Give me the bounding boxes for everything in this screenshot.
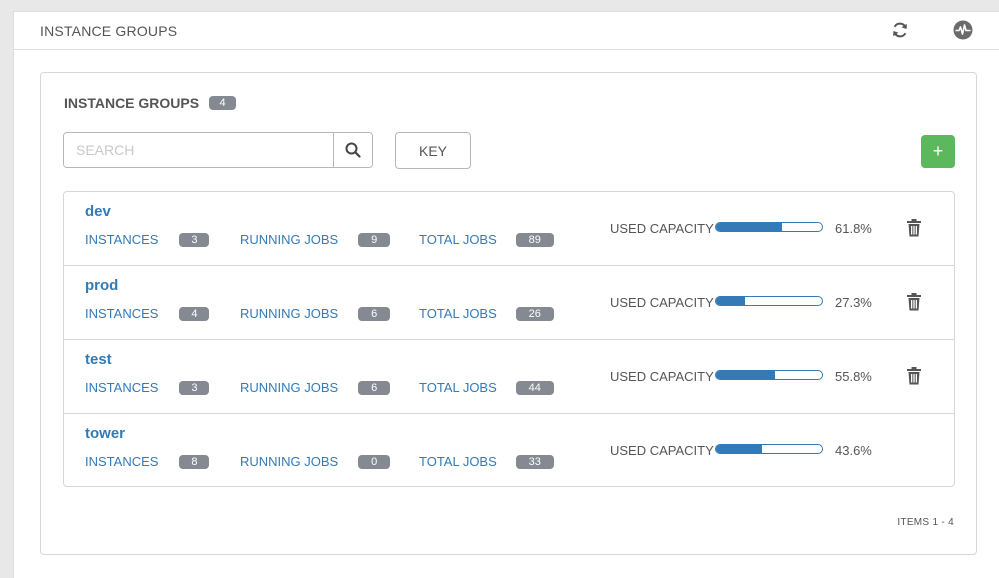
list-item: dev INSTANCES 3 RUNNING JOBS 9 TOTAL JOB… [64,192,954,266]
running-jobs-count-badge: 6 [358,380,391,395]
used-capacity-label: USED CAPACITY [610,369,714,384]
capacity-bar-fill [716,371,776,379]
trash-icon[interactable] [906,219,922,237]
running-jobs-count-badge: 0 [358,454,391,469]
running-jobs-link[interactable]: RUNNING JOBS [240,454,338,469]
list-item: tower INSTANCES 8 RUNNING JOBS 0 TOTAL J… [64,414,954,486]
total-jobs-stat: TOTAL JOBS 33 [419,454,554,469]
running-jobs-link[interactable]: RUNNING JOBS [240,306,338,321]
running-jobs-stat: RUNNING JOBS 9 [240,232,391,247]
capacity-percent: 43.6% [835,443,872,458]
card-title-text: INSTANCE GROUPS [64,95,200,111]
instances-link[interactable]: INSTANCES [85,232,158,247]
running-jobs-stat: RUNNING JOBS 6 [240,380,391,395]
capacity-percent: 55.8% [835,369,872,384]
total-jobs-link[interactable]: TOTAL JOBS [419,306,497,321]
instances-stat: INSTANCES 8 [85,454,210,469]
capacity-bar [715,222,823,232]
capacity-bar [715,370,823,380]
instances-count-badge: 3 [179,380,210,395]
total-jobs-count-badge: 89 [515,232,554,247]
total-jobs-link[interactable]: TOTAL JOBS [419,232,497,247]
capacity-bar-fill [716,297,745,305]
capacity-bar [715,296,823,306]
add-button[interactable]: + [921,135,955,168]
page-title: INSTANCE GROUPS [40,23,178,39]
panel-header: INSTANCE GROUPS [14,12,999,50]
running-jobs-count-badge: 9 [358,232,391,247]
instances-count-badge: 3 [179,232,210,247]
instances-count-badge: 8 [179,454,210,469]
instance-groups-list: dev INSTANCES 3 RUNNING JOBS 9 TOTAL JOB… [63,191,955,487]
instances-count-badge: 4 [179,306,210,321]
instances-link[interactable]: INSTANCES [85,306,158,321]
total-jobs-count-badge: 33 [515,454,554,469]
instances-link[interactable]: INSTANCES [85,454,158,469]
list-item: prod INSTANCES 4 RUNNING JOBS 6 TOTAL JO… [64,266,954,340]
total-jobs-stat: TOTAL JOBS 89 [419,232,554,247]
key-button[interactable]: KEY [395,132,471,169]
capacity-bar-fill [716,445,763,453]
running-jobs-stat: RUNNING JOBS 0 [240,454,391,469]
group-name-link[interactable]: test [85,351,112,368]
instances-link[interactable]: INSTANCES [85,380,158,395]
used-capacity-label: USED CAPACITY [610,221,714,236]
total-jobs-count-badge: 44 [515,380,554,395]
card-title: INSTANCE GROUPS 4 [64,95,237,111]
total-jobs-count-badge: 26 [515,306,554,321]
group-name-link[interactable]: dev [85,203,111,220]
group-name-link[interactable]: tower [85,425,125,442]
used-capacity-label: USED CAPACITY [610,295,714,310]
instances-stat: INSTANCES 4 [85,306,210,321]
plus-icon: + [932,141,944,161]
capacity-bar-fill [716,223,782,231]
count-badge: 4 [209,96,237,110]
search-box [63,132,373,168]
trash-icon[interactable] [906,367,922,385]
instances-stat: INSTANCES 3 [85,232,210,247]
capacity-percent: 27.3% [835,295,872,310]
search-icon [345,142,361,158]
total-jobs-stat: TOTAL JOBS 26 [419,306,554,321]
search-input[interactable] [64,133,333,167]
running-jobs-link[interactable]: RUNNING JOBS [240,380,338,395]
total-jobs-link[interactable]: TOTAL JOBS [419,380,497,395]
search-button[interactable] [333,133,372,167]
running-jobs-stat: RUNNING JOBS 6 [240,306,391,321]
instance-groups-panel: INSTANCE GROUPS INSTANCE GROUPS 4 SEARCH… [13,11,999,578]
running-jobs-link[interactable]: RUNNING JOBS [240,232,338,247]
refresh-icon[interactable] [890,20,910,40]
group-name-link[interactable]: prod [85,277,118,294]
activity-stream-icon[interactable] [953,20,973,40]
instance-groups-card: INSTANCE GROUPS 4 KEY + dev INSTANCES 3 … [40,72,977,555]
trash-icon[interactable] [906,293,922,311]
used-capacity-label: USED CAPACITY [610,443,714,458]
capacity-percent: 61.8% [835,221,872,236]
total-jobs-stat: TOTAL JOBS 44 [419,380,554,395]
total-jobs-link[interactable]: TOTAL JOBS [419,454,497,469]
capacity-bar [715,444,823,454]
instances-stat: INSTANCES 3 [85,380,210,395]
items-count: ITEMS 1 - 4 [897,517,954,528]
list-item: test INSTANCES 3 RUNNING JOBS 6 TOTAL JO… [64,340,954,414]
running-jobs-count-badge: 6 [358,306,391,321]
